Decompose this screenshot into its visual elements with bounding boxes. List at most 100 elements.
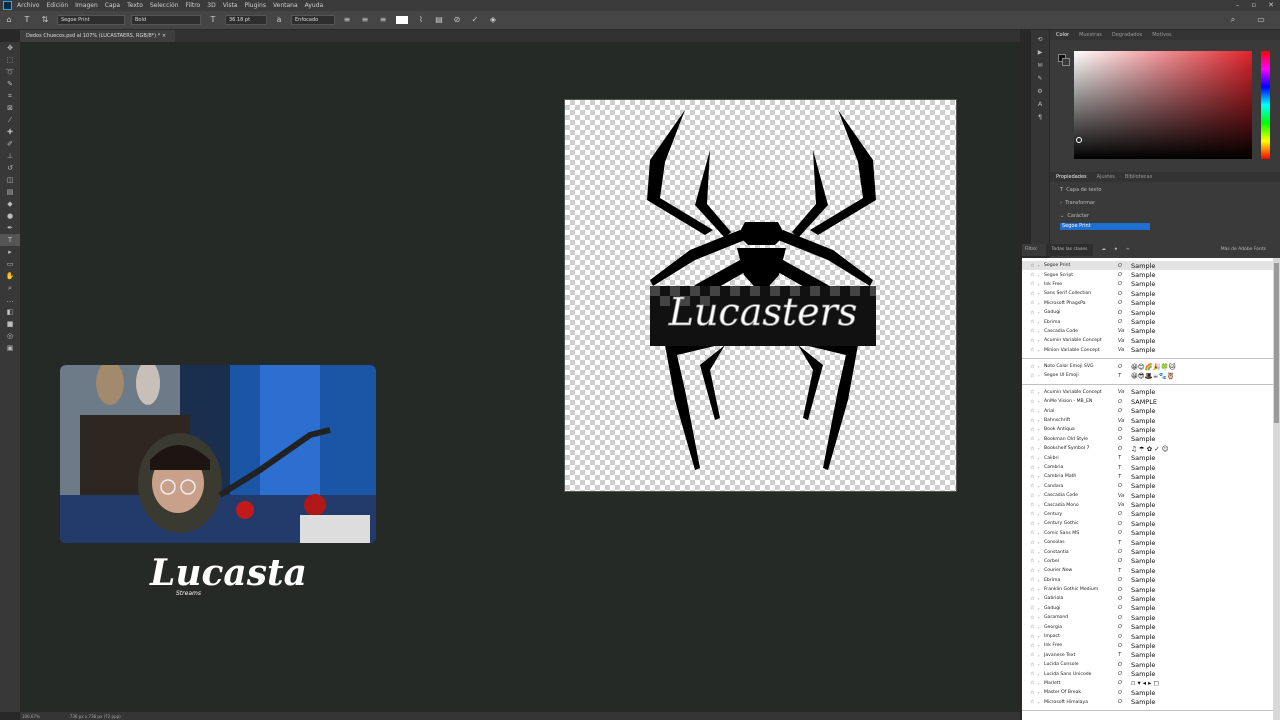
font-size-select[interactable]: 36.18 pt	[225, 15, 267, 25]
font-row[interactable]: ☆ › Gadugi O Sample	[1022, 308, 1273, 317]
menu-item[interactable]: 3D	[207, 2, 215, 9]
font-family-input[interactable]: Segoe Print	[1060, 223, 1150, 230]
font-row[interactable]: ☆ › Microsoft Himalaya O Sample	[1022, 698, 1273, 707]
tab-color[interactable]: Color	[1056, 30, 1069, 40]
font-row[interactable]: ☆ › Cascadia Mono Va Sample	[1022, 500, 1273, 509]
document-canvas[interactable]: Lucasters	[564, 99, 957, 492]
marquee-tool-icon[interactable]: ⬚	[0, 54, 20, 66]
font-row[interactable]: ☆ › Constantia O Sample	[1022, 547, 1273, 556]
font-row[interactable]: ☆ › Gabriola O Sample	[1022, 594, 1273, 603]
quick-mask-icon[interactable]: ◎	[0, 330, 20, 342]
favorite-star-icon[interactable]: ☆	[1030, 605, 1038, 611]
search-icon[interactable]: ⌕	[1228, 15, 1238, 25]
document-tab[interactable]: Dedos Chuecos.psd al 107% (LUCASTAERS, R…	[20, 30, 175, 42]
workspace-icon[interactable]: ▭	[1256, 15, 1266, 25]
font-row[interactable]: ☆ › Georgia O Sample	[1022, 622, 1273, 631]
cloud-filter-icon[interactable]: ☁	[1101, 244, 1106, 256]
favorite-star-icon[interactable]: ☆	[1030, 427, 1038, 433]
more-tools-icon[interactable]: …	[0, 294, 20, 306]
font-row[interactable]: ☆ › Garamond O Sample	[1022, 613, 1273, 622]
font-row[interactable]: ☆ › Cambria Math T Sample	[1022, 472, 1273, 481]
tab-swatches[interactable]: Muestras	[1079, 30, 1102, 40]
tab-libraries[interactable]: Bibliotecas	[1125, 172, 1152, 182]
favorite-star-icon[interactable]: ☆	[1030, 502, 1038, 508]
brush-tool-icon[interactable]: ✐	[0, 138, 20, 150]
menu-item[interactable]: Vista	[223, 2, 238, 9]
crop-tool-icon[interactable]: ⌗	[0, 90, 20, 102]
zoom-level[interactable]: 106.67%	[22, 714, 40, 719]
stamp-tool-icon[interactable]: ⊥	[0, 150, 20, 162]
font-row[interactable]: ☆ › Javanese Text T Sample	[1022, 651, 1273, 660]
favorite-star-icon[interactable]: ☆	[1030, 465, 1038, 471]
font-row[interactable]: ☆ › Noto Color Emoji SVG O 😀😊🌈🎉🍀🐱	[1022, 362, 1273, 371]
similar-filter-icon[interactable]: ≈	[1126, 244, 1130, 256]
font-row[interactable]: ☆ › AnMe Vision - MB_EN O SAMPLE	[1022, 397, 1273, 406]
3d-icon[interactable]: ◈	[488, 15, 498, 25]
pen-tool-icon[interactable]: ✒	[0, 222, 20, 234]
eraser-tool-icon[interactable]: ◫	[0, 174, 20, 186]
favorite-star-icon[interactable]: ☆	[1030, 558, 1038, 564]
font-row[interactable]: ☆ › Franklin Gothic Medium O Sample	[1022, 585, 1273, 594]
font-row[interactable]: ☆ › Sans Serif Collection O Sample	[1022, 289, 1273, 298]
tab-properties[interactable]: Propiedades	[1056, 172, 1087, 182]
character-section[interactable]: ⌄ Carácter	[1050, 210, 1280, 223]
hue-slider[interactable]	[1261, 51, 1270, 159]
screen-mode-icon[interactable]: ▣	[0, 342, 20, 354]
font-row[interactable]: ☆ › Master Of Break O Sample	[1022, 688, 1273, 697]
brush-settings-icon[interactable]: ✎	[1031, 75, 1049, 82]
favorite-star-icon[interactable]: ☆	[1030, 680, 1038, 686]
paragraph-icon[interactable]: ¶	[1031, 114, 1049, 121]
commit-icon[interactable]: ✓	[470, 15, 480, 25]
font-family-select[interactable]: Segoe Print	[57, 15, 125, 25]
favorite-star-icon[interactable]: ☆	[1030, 577, 1038, 583]
favorite-star-icon[interactable]: ☆	[1030, 652, 1038, 658]
close-icon[interactable]: ✕	[1268, 1, 1274, 9]
font-row[interactable]: ☆ › Corbel O Sample	[1022, 557, 1273, 566]
favorite-star-icon[interactable]: ☆	[1030, 671, 1038, 677]
frame-tool-icon[interactable]: ⊠	[0, 102, 20, 114]
font-row[interactable]: ☆ › Acumin Variable Concept Va Sample	[1022, 388, 1273, 397]
font-row[interactable]: ☆ › Lucida Sans Unicode O Sample	[1022, 669, 1273, 678]
eyedropper-tool-icon[interactable]: ⁄	[0, 114, 20, 126]
favorite-star-icon[interactable]: ☆	[1030, 399, 1038, 405]
default-colors-icon[interactable]: ◧	[0, 306, 20, 318]
favorites-filter-icon[interactable]: ★	[1114, 244, 1118, 256]
warp-text-icon[interactable]: ⌇	[416, 15, 426, 25]
favorite-star-icon[interactable]: ☆	[1030, 418, 1038, 424]
comment-icon[interactable]: ✉	[1031, 62, 1049, 69]
menu-item[interactable]: Plugins	[244, 2, 266, 9]
font-row[interactable]: ☆ › Courier New T Sample	[1022, 566, 1273, 575]
menu-item[interactable]: Archivo	[17, 2, 39, 9]
zoom-tool-icon[interactable]: ⌕	[0, 282, 20, 294]
menu-item[interactable]: Ayuda	[305, 2, 324, 9]
font-row[interactable]: ☆ › Segoe UI Emoji T 😀😎🎩☕🐾🦉	[1022, 371, 1273, 380]
text-color-swatch[interactable]	[396, 16, 408, 24]
favorite-star-icon[interactable]: ☆	[1030, 291, 1038, 297]
healing-tool-icon[interactable]: ✚	[0, 126, 20, 138]
font-row[interactable]: ☆ › Book Antiqua O Sample	[1022, 425, 1273, 434]
font-row[interactable]: ☆ › Arial O Sample	[1022, 406, 1273, 415]
font-row[interactable]: ☆ › Impact O Sample	[1022, 632, 1273, 641]
favorite-star-icon[interactable]: ☆	[1030, 615, 1038, 621]
minimize-icon[interactable]: –	[1236, 1, 1240, 9]
filter-select[interactable]: Todas las clases	[1045, 244, 1094, 256]
close-tab-icon[interactable]: ×	[162, 33, 166, 39]
canvas-text-layer[interactable]: Lucasters	[667, 290, 858, 335]
font-row[interactable]: ☆ › Ink Free O Sample	[1022, 641, 1273, 650]
font-row[interactable]: ☆ › Ink Free O Sample	[1022, 280, 1273, 289]
tab-adjustments[interactable]: Ajustes	[1097, 172, 1115, 182]
tab-patterns[interactable]: Motivos	[1152, 30, 1171, 40]
fg-bg-swatches[interactable]	[1058, 54, 1070, 66]
align-left-icon[interactable]: ≡	[342, 15, 352, 25]
font-row[interactable]: ☆ › Microsoft PhagsPa O Sample	[1022, 299, 1273, 308]
favorite-star-icon[interactable]: ☆	[1030, 338, 1038, 344]
home-icon[interactable]: ⌂	[4, 15, 14, 25]
favorite-star-icon[interactable]: ☆	[1030, 530, 1038, 536]
font-row[interactable]: ☆ › Century Gothic O Sample	[1022, 519, 1273, 528]
favorite-star-icon[interactable]: ☆	[1030, 690, 1038, 696]
orientation-icon[interactable]: ⇅	[40, 15, 50, 25]
scroll-thumb[interactable]	[1274, 263, 1279, 423]
cancel-icon[interactable]: ⊘	[452, 15, 462, 25]
favorite-star-icon[interactable]: ☆	[1030, 643, 1038, 649]
favorite-star-icon[interactable]: ☆	[1030, 596, 1038, 602]
